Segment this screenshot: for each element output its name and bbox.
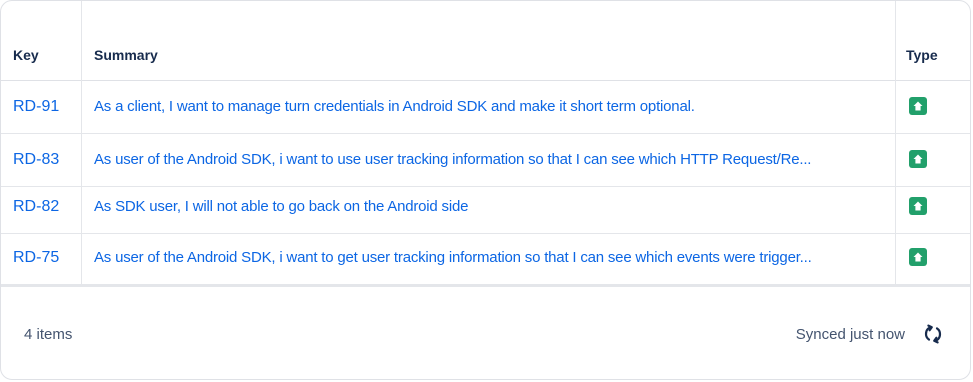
story-arrow-up-icon xyxy=(909,197,927,215)
issue-key-link[interactable]: RD-75 xyxy=(13,249,59,267)
item-count: 4 items xyxy=(24,326,73,343)
issue-summary-link[interactable]: As user of the Android SDK, i want to us… xyxy=(94,151,889,168)
sync-status: Synced just now xyxy=(795,326,905,343)
column-header-summary[interactable]: Summary xyxy=(94,47,158,63)
refresh-icon[interactable] xyxy=(921,322,945,346)
story-arrow-up-icon xyxy=(909,97,927,115)
column-header-type[interactable]: Type xyxy=(906,47,938,63)
column-header-key[interactable]: Key xyxy=(13,47,39,63)
table-header: Key Summary Type xyxy=(1,1,970,81)
issue-key-link[interactable]: RD-82 xyxy=(13,198,59,216)
story-arrow-up-icon xyxy=(909,150,927,168)
story-arrow-up-icon xyxy=(909,248,927,266)
table-row: RD-91 As a client, I want to manage turn… xyxy=(1,81,970,134)
issue-summary-link[interactable]: As a client, I want to manage turn crede… xyxy=(94,98,889,115)
issues-table-card: Key Summary Type RD-91 As a client, I wa… xyxy=(0,0,971,380)
issue-summary-link[interactable]: As SDK user, I will not able to go back … xyxy=(94,198,889,215)
issue-key-link[interactable]: RD-91 xyxy=(13,98,59,116)
issue-key-link[interactable]: RD-83 xyxy=(13,151,59,169)
table-row: RD-82 As SDK user, I will not able to go… xyxy=(1,181,970,234)
table-row: RD-83 As user of the Android SDK, i want… xyxy=(1,134,970,187)
issue-summary-link[interactable]: As user of the Android SDK, i want to ge… xyxy=(94,249,889,266)
table-footer-divider xyxy=(1,284,970,287)
table-row: RD-75 As user of the Android SDK, i want… xyxy=(1,232,970,285)
